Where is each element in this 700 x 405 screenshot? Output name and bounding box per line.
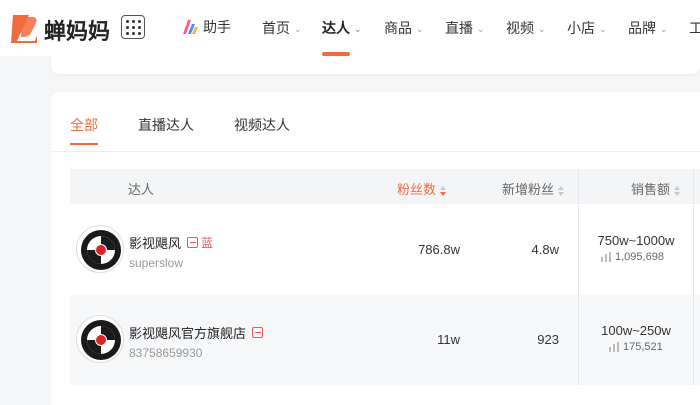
table-header: 达人 粉丝数 新增粉丝 销售额 <box>70 169 700 204</box>
column-divider <box>578 169 579 204</box>
tab-all[interactable]: 全部 <box>70 115 98 135</box>
influencer-handle: 83758659930 <box>129 346 203 360</box>
column-divider <box>578 205 579 295</box>
nav-item-video[interactable]: 视频 ⌄ <box>506 18 546 38</box>
column-header-influencer: 达人 <box>128 182 155 197</box>
column-divider <box>693 295 694 385</box>
new-fans-value: 923 <box>537 332 559 347</box>
tab-divider <box>51 151 700 152</box>
active-tab-indicator <box>70 143 98 145</box>
nav-item-shop[interactable]: 小店 ⌄ <box>567 18 607 38</box>
column-divider <box>693 169 694 204</box>
column-header-new-fans[interactable]: 新增粉丝 <box>502 179 565 198</box>
assistant-logo-icon <box>183 20 198 34</box>
sort-icon <box>440 185 447 196</box>
bar-chart-icon <box>601 252 611 262</box>
chevron-down-icon: ⌄ <box>538 24 546 34</box>
avatar-logo-icon <box>81 230 121 270</box>
tab-live-influencers[interactable]: 直播达人 <box>138 115 194 135</box>
brand-name: 蝉妈妈 <box>44 19 111 44</box>
store-badge-icon <box>252 327 264 338</box>
fans-value: 786.8w <box>418 242 460 257</box>
influencer-list-card: 全部 直播达人 视频达人 达人 粉丝数 新增粉丝 销售额 影视飓风 蓝 supe… <box>51 92 700 405</box>
app-grid-icon[interactable] <box>121 15 145 39</box>
nav-item-products[interactable]: 商品 ⌄ <box>384 18 424 38</box>
chevron-down-icon: ⌄ <box>477 24 485 34</box>
brand-logo[interactable]: 蝉妈妈 <box>7 10 113 46</box>
tab-video-influencers[interactable]: 视频达人 <box>234 115 290 135</box>
chevron-down-icon: ⌄ <box>599 24 607 34</box>
top-navigation-bar: 蝉妈妈 助手 首页 ⌄ 达人 ⌄ 商品 ⌄ 直播 ⌄ 视频 ⌄ 小店 ⌄ 品牌 ⌄ 工 <box>0 0 700 56</box>
store-badge-icon <box>187 237 199 248</box>
nav-item-brand[interactable]: 品牌 ⌄ <box>628 18 668 38</box>
sort-icon <box>674 185 681 196</box>
sort-icon <box>558 185 565 196</box>
nav-item-influencers[interactable]: 达人 ⌄ <box>322 18 362 38</box>
table-row[interactable]: 影视飓风 蓝 superslow 786.8w 4.8w 750w~1000w … <box>70 205 700 295</box>
assistant-label: 助手 <box>203 19 231 35</box>
avatar[interactable] <box>76 315 124 363</box>
influencer-name[interactable]: 影视飓风 蓝 <box>129 233 213 252</box>
sales-count: 175,521 <box>609 341 663 353</box>
column-divider <box>693 205 694 295</box>
sales-range: 100w~250w <box>601 323 671 338</box>
column-divider <box>578 295 579 385</box>
chevron-down-icon: ⌄ <box>294 24 302 34</box>
nav-item-tools[interactable]: 工 <box>689 18 700 38</box>
previous-panel <box>51 56 700 74</box>
chevron-down-icon: ⌄ <box>354 24 362 34</box>
nav-item-live[interactable]: 直播 ⌄ <box>445 18 485 38</box>
influencer-tag: 蓝 <box>201 236 214 250</box>
nav-item-home[interactable]: 首页 ⌄ <box>262 18 302 38</box>
column-header-fans[interactable]: 粉丝数 <box>397 179 447 198</box>
fans-value: 11w <box>437 332 460 347</box>
influencer-handle: superslow <box>129 256 184 270</box>
chevron-down-icon: ⌄ <box>660 24 668 34</box>
column-header-sales[interactable]: 销售额 <box>631 179 681 198</box>
sales-count: 1,095,698 <box>601 251 664 263</box>
chanmama-logo-icon <box>11 15 37 43</box>
assistant-menu[interactable]: 助手 <box>181 17 231 37</box>
avatar[interactable] <box>76 225 124 273</box>
new-fans-value: 4.8w <box>531 242 559 257</box>
chevron-down-icon: ⌄ <box>416 24 424 34</box>
sales-range: 750w~1000w <box>597 233 675 248</box>
influencer-name[interactable]: 影视飓风官方旗舰店 <box>129 323 264 342</box>
bar-chart-icon <box>609 342 619 352</box>
table-row[interactable]: 影视飓风官方旗舰店 83758659930 11w 923 100w~250w … <box>70 295 700 385</box>
avatar-logo-icon <box>81 320 121 360</box>
